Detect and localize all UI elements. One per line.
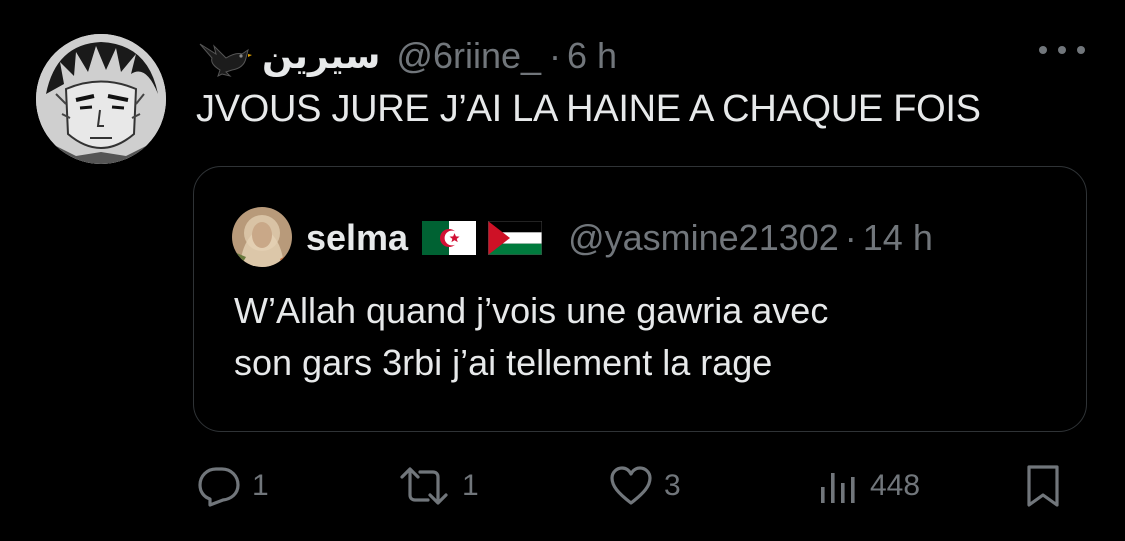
separator-dot: · xyxy=(844,217,857,258)
like-button[interactable]: 3 xyxy=(608,456,681,516)
author-avatar[interactable] xyxy=(36,34,166,164)
quoted-tweet-text-line: W’Allah quand j’vois une gawria avec xyxy=(234,290,829,331)
separator-dot: · xyxy=(549,35,562,76)
bookmark-icon xyxy=(1027,465,1059,507)
retweet-count: 1 xyxy=(462,469,479,502)
tweet-action-bar: 1 1 3 448 xyxy=(0,456,1125,516)
quoted-tweet-timestamp[interactable]: 14 h xyxy=(863,217,933,259)
heart-icon xyxy=(610,466,652,505)
tweet-timestamp[interactable]: 6 h xyxy=(567,35,617,77)
algeria-flag-icon xyxy=(422,221,477,255)
like-count: 3 xyxy=(664,469,681,502)
palestine-flag-icon xyxy=(488,221,543,255)
views-button[interactable]: 448 xyxy=(818,456,920,516)
quoted-tweet-text: W’Allah quand j’vois une gawria avec son… xyxy=(234,285,1054,389)
retweet-button[interactable]: 1 xyxy=(396,456,479,516)
more-options-icon[interactable] xyxy=(1039,38,1085,62)
bookmark-button[interactable] xyxy=(1024,456,1062,516)
tweet-header: سيرين @6riine_ · 6 h xyxy=(196,30,617,82)
reply-button[interactable]: 1 xyxy=(196,456,269,516)
blackbird-emoji-icon xyxy=(199,43,252,77)
author-handle[interactable]: @6riine_ xyxy=(396,35,541,77)
author-display-name[interactable]: سيرين xyxy=(262,35,380,77)
tweet-text: JVOUS JURE J’AI LA HAINE A CHAQUE FOIS xyxy=(196,88,981,130)
quoted-tweet-card[interactable]: selma @yasmine21302 · 14 h W’Allah quand… xyxy=(193,166,1087,432)
quoted-author-display-name[interactable]: selma xyxy=(306,217,408,259)
reply-icon xyxy=(198,467,240,507)
quoted-author-handle[interactable]: @yasmine21302 xyxy=(568,217,839,259)
views-count: 448 xyxy=(870,469,921,502)
quoted-author-avatar[interactable] xyxy=(232,207,292,267)
reply-count: 1 xyxy=(252,469,269,502)
quoted-tweet-text-line: son gars 3rbi j’ai tellement la rage xyxy=(234,342,773,383)
quoted-tweet-header: selma @yasmine21302 · 14 h xyxy=(306,211,933,265)
retweet-icon xyxy=(400,467,448,505)
analytics-bar-icon xyxy=(821,473,855,503)
